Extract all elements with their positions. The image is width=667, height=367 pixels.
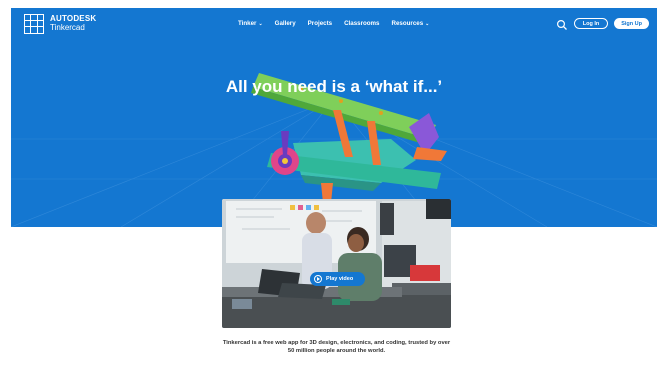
nav-item-classrooms[interactable]: Classrooms (344, 20, 379, 27)
hero-title: All you need is a ‘what if...’ (225, 77, 443, 96)
nav-item-tinker[interactable]: Tinker ⌄ (238, 20, 263, 27)
nav-item-projects[interactable]: Projects (308, 20, 332, 27)
classroom-photo (222, 199, 451, 328)
play-icon (314, 275, 322, 283)
login-button[interactable]: Log In (573, 18, 609, 29)
video-thumbnail[interactable]: Play video (222, 199, 451, 328)
brand-tinkercad: Tinkercad (50, 23, 85, 32)
main-menu: Tinker ⌄ Gallery Projects Classrooms Reso… (238, 8, 429, 39)
below-fold-text (240, 362, 433, 367)
search-icon[interactable] (556, 18, 568, 30)
top-navbar: AUTODESK Tinkercad Tinker ⌄ Gallery Proje… (11, 8, 657, 39)
play-video-button[interactable]: Play video (310, 272, 365, 286)
tagline-text: Tinkercad is a free web app for 3D desig… (222, 340, 451, 354)
nav-actions: Log In Sign Up (556, 8, 649, 39)
nav-item-resources[interactable]: Resources ⌄ (392, 20, 430, 27)
nav-item-gallery[interactable]: Gallery (275, 20, 296, 27)
brand-autodesk: AUTODESK (50, 14, 97, 23)
logo-mark-icon (24, 13, 44, 34)
chevron-down-icon: ⌄ (425, 20, 430, 27)
chevron-down-icon: ⌄ (258, 20, 263, 27)
tinkercad-logo[interactable]: AUTODESK Tinkercad (24, 8, 96, 39)
signup-button[interactable]: Sign Up (614, 18, 649, 29)
